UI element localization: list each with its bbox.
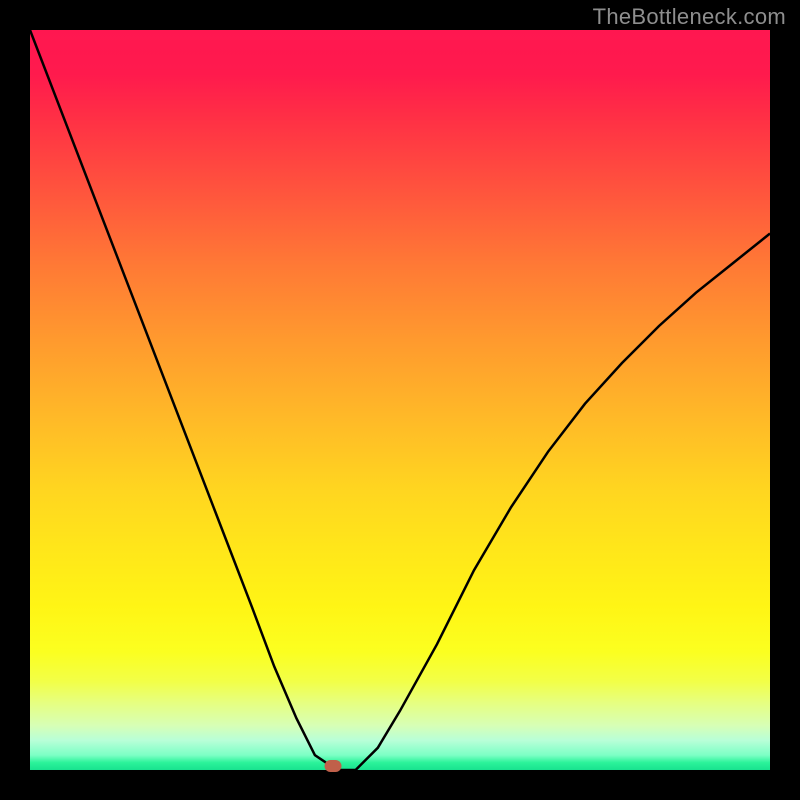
chart-stage: TheBottleneck.com [0,0,800,800]
optimal-point-marker [325,760,342,772]
curve-svg [30,30,770,770]
bottleneck-curve [30,30,770,770]
watermark-text: TheBottleneck.com [593,4,786,30]
plot-area [30,30,770,770]
